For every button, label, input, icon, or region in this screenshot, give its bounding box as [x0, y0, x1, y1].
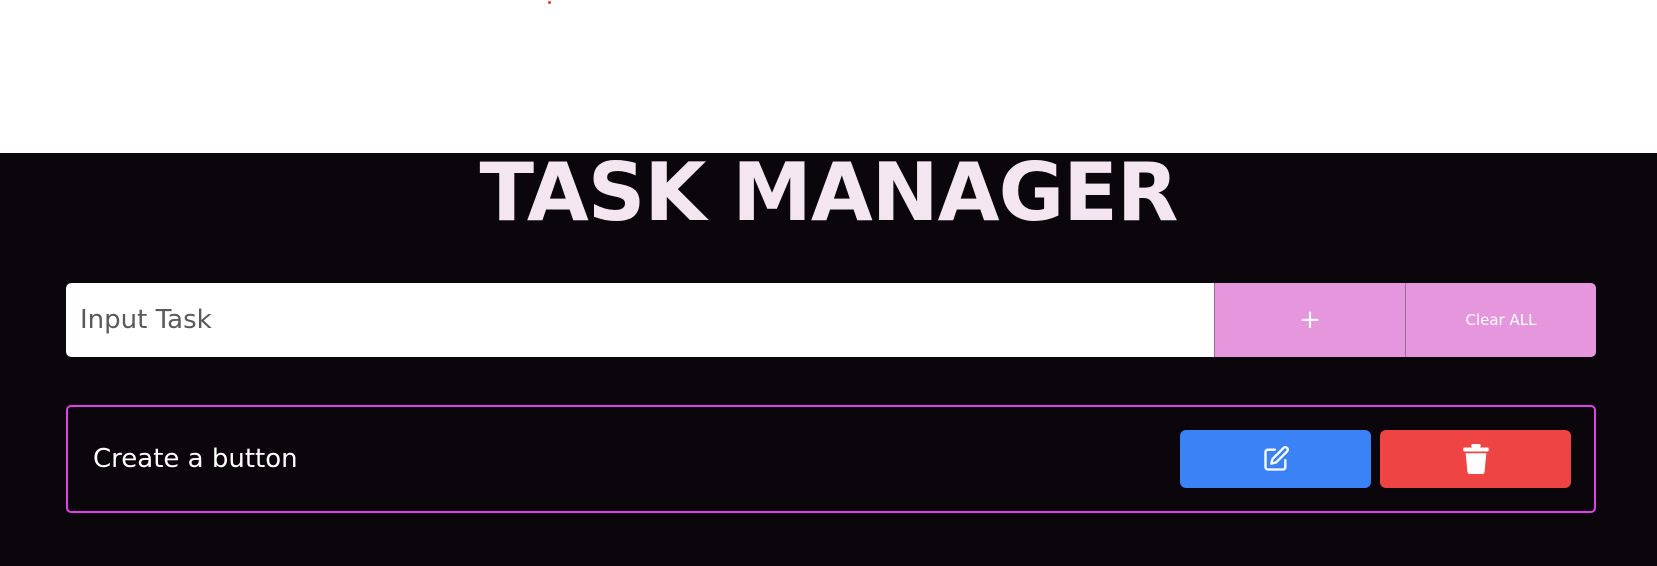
- task-item: Create a button: [66, 405, 1596, 513]
- delete-task-button[interactable]: [1380, 430, 1571, 488]
- blank-top-area: [0, 0, 1657, 153]
- add-task-button[interactable]: +: [1214, 283, 1405, 357]
- task-item-text: Create a button: [93, 444, 298, 474]
- clear-all-button[interactable]: Clear ALL: [1405, 283, 1596, 357]
- edit-icon: [1263, 446, 1289, 471]
- task-input-row: + Clear ALL: [66, 283, 1596, 357]
- page-title: TASK MANAGER: [479, 153, 1178, 239]
- trash-icon: [1462, 444, 1489, 474]
- task-manager-app: TASK MANAGER + Clear ALL Create a button: [0, 153, 1657, 566]
- red-dot-marker: [548, 1, 551, 4]
- task-input[interactable]: [66, 283, 1214, 357]
- edit-task-button[interactable]: [1180, 430, 1371, 488]
